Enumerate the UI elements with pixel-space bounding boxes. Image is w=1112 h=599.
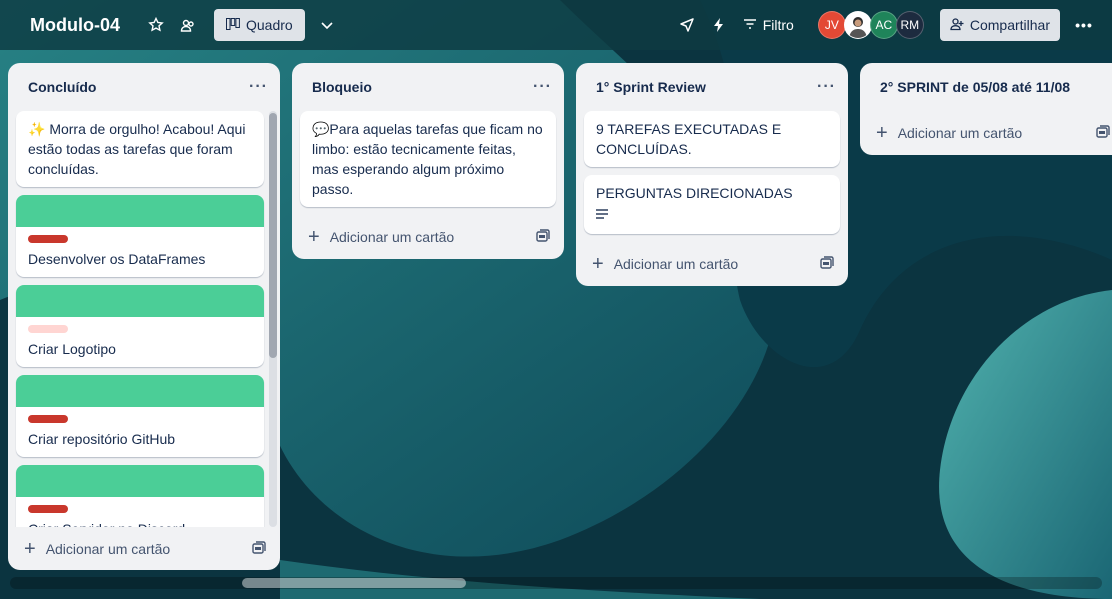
card-title: 9 TAREFAS EXECUTADAS E CONCLUÍDAS. [596, 121, 782, 157]
card-label[interactable] [28, 325, 68, 333]
list-concluido: Concluído ··· ✨ Morra de orgulho! Acabou… [8, 63, 280, 570]
scrollbar-thumb[interactable] [242, 578, 466, 588]
list-title[interactable]: Bloqueio [312, 79, 372, 95]
list-card[interactable]: PERGUNTAS DIRECIONADAS [584, 175, 840, 234]
card-title: Criar repositório GitHub [28, 431, 176, 447]
list-card[interactable]: Criar repositório GitHub [16, 375, 264, 457]
avatar[interactable]: JV [817, 11, 846, 39]
add-card-label: Adicionar um cartão [329, 229, 455, 245]
add-person-icon [950, 17, 964, 34]
plus-icon: + [592, 253, 604, 275]
list-header[interactable]: 1° Sprint Review ··· [576, 63, 848, 111]
add-card-row: + Adicionar um cartão [860, 111, 1112, 155]
board-header: Modulo-04 Quadro Filtro JV AC RM Compart… [0, 0, 1112, 50]
list-title[interactable]: 2° SPRINT de 05/08 até 11/08 [880, 79, 1070, 95]
chevron-down-icon[interactable] [311, 9, 343, 41]
list-second-sprint: 2° SPRINT de 05/08 até 11/08 + Adicionar… [860, 63, 1112, 155]
plus-icon: + [876, 122, 888, 144]
filter-label: Filtro [762, 17, 794, 33]
rocket-icon[interactable] [671, 9, 703, 41]
card-cover [16, 375, 264, 407]
list-card[interactable]: Criar Logotipo [16, 285, 264, 367]
card-title: Criar Logotipo [28, 341, 116, 357]
list-card[interactable]: Criar Servidor no Discord [16, 465, 264, 527]
avatar[interactable] [843, 11, 872, 39]
add-card-row: + Adicionar um cartão [8, 527, 280, 571]
list-bloqueio: Bloqueio ··· 💬Para aquelas tarefas que f… [292, 63, 564, 259]
board-view-button[interactable]: Quadro [214, 9, 305, 41]
card-label[interactable] [28, 505, 68, 513]
filter-button[interactable]: Filtro [735, 9, 802, 41]
more-icon[interactable]: ··· [533, 78, 552, 96]
share-label: Compartilhar [969, 17, 1050, 33]
avatar[interactable]: AC [869, 11, 898, 39]
card-label[interactable] [28, 235, 68, 243]
card-title: Criar Servidor no Discord [28, 519, 252, 527]
card-cover [16, 195, 264, 227]
filter-icon [743, 17, 757, 33]
list-scrollbar[interactable] [269, 111, 277, 527]
add-card-button[interactable]: + Adicionar um cartão [876, 123, 1022, 143]
more-icon[interactable]: ··· [249, 78, 268, 96]
add-card-label: Adicionar um cartão [613, 256, 739, 272]
list-card[interactable]: 9 TAREFAS EXECUTADAS E CONCLUÍDAS. [584, 111, 840, 167]
board-horizontal-scrollbar[interactable] [10, 577, 1102, 589]
card-template-icon[interactable] [536, 228, 550, 246]
scrollbar-thumb[interactable] [269, 113, 277, 358]
board-view-label: Quadro [246, 17, 293, 33]
card-title: ✨ Morra de orgulho! Acabou! Aqui estão t… [28, 121, 246, 177]
add-card-row: + Adicionar um cartão [292, 215, 564, 259]
card-template-icon[interactable] [252, 540, 266, 558]
card-template-icon[interactable] [1096, 124, 1110, 142]
description-icon [596, 209, 608, 221]
more-icon[interactable]: ••• [1068, 9, 1100, 41]
add-card-button[interactable]: + Adicionar um cartão [592, 254, 738, 274]
add-card-label: Adicionar um cartão [897, 125, 1023, 141]
add-card-button[interactable]: + Adicionar um cartão [308, 227, 454, 247]
list-header[interactable]: Bloqueio ··· [292, 63, 564, 111]
board-title[interactable]: Modulo-04 [30, 15, 120, 36]
list-title[interactable]: 1° Sprint Review [596, 79, 706, 95]
add-card-button[interactable]: + Adicionar um cartão [24, 539, 170, 559]
more-icon[interactable]: ··· [817, 78, 836, 96]
card-title: PERGUNTAS DIRECIONADAS [596, 185, 793, 201]
plus-icon: + [24, 538, 36, 560]
card-cover [16, 465, 264, 497]
share-button[interactable]: Compartilhar [939, 9, 1060, 41]
card-label[interactable] [28, 415, 68, 423]
board-view-icon [226, 17, 240, 33]
card-title: Desenvolver os DataFrames [28, 251, 206, 267]
add-card-label: Adicionar um cartão [45, 541, 171, 557]
list-card[interactable]: 💬Para aquelas tarefas que ficam no limbo… [300, 111, 556, 207]
list-sprint-review: 1° Sprint Review ··· 9 TAREFAS EXECUTADA… [576, 63, 848, 286]
list-card[interactable]: Desenvolver os DataFrames [16, 195, 264, 277]
lightning-icon[interactable] [703, 9, 735, 41]
card-template-icon[interactable] [820, 255, 834, 273]
list-card[interactable]: ✨ Morra de orgulho! Acabou! Aqui estão t… [16, 111, 264, 187]
workspace-visibility-icon[interactable] [172, 9, 204, 41]
star-icon[interactable] [140, 9, 172, 41]
card-title: 💬Para aquelas tarefas que ficam no limbo… [312, 121, 543, 197]
list-header[interactable]: Concluído ··· [8, 63, 280, 111]
card-cover [16, 285, 264, 317]
avatar[interactable]: RM [895, 11, 924, 39]
list-title[interactable]: Concluído [28, 79, 96, 95]
board-members: JV AC RM [817, 11, 924, 39]
add-card-row: + Adicionar um cartão [576, 242, 848, 286]
plus-icon: + [308, 226, 320, 248]
list-header[interactable]: 2° SPRINT de 05/08 até 11/08 [860, 63, 1112, 111]
list-cards-scroll[interactable]: ✨ Morra de orgulho! Acabou! Aqui estão t… [8, 111, 280, 527]
